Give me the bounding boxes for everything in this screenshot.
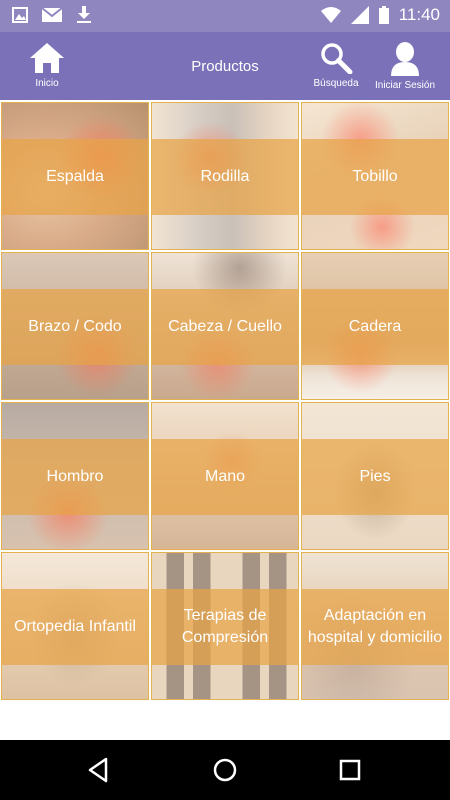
home-button[interactable]: Inicio	[16, 32, 78, 100]
category-label: Cadera	[348, 318, 402, 335]
category-label: Terapias de Compresión	[181, 607, 269, 646]
category-tile-ortopedia-infantil[interactable]: Ortopedia Infantil	[1, 552, 149, 700]
category-label: Tobillo	[352, 168, 398, 185]
mail-icon	[42, 7, 62, 22]
category-label: Brazo / Codo	[28, 318, 122, 335]
category-tile-terapias-compresion[interactable]: Terapias de Compresión	[151, 552, 299, 700]
search-label: Búsqueda	[313, 78, 359, 89]
category-label: Ortopedia Infantil	[14, 618, 136, 635]
user-icon	[391, 42, 419, 76]
category-label: Hombro	[46, 468, 104, 485]
back-icon[interactable]	[84, 755, 114, 785]
signal-icon	[350, 6, 369, 24]
category-label: Pies	[359, 468, 391, 485]
home-label: Inicio	[35, 78, 59, 89]
login-label: Iniciar Sesión	[374, 80, 436, 91]
category-label: Cabeza / Cuello	[168, 318, 282, 335]
system-nav-bar	[0, 740, 450, 800]
category-tile-pies[interactable]: Pies	[301, 402, 449, 550]
category-label: Espalda	[46, 168, 104, 185]
home-icon	[30, 43, 64, 73]
category-label: Adaptación en hospital y domicilio	[307, 607, 443, 646]
search-button[interactable]: Búsqueda	[306, 32, 366, 100]
category-tile-hombro[interactable]: Hombro	[1, 402, 149, 550]
category-tile-cabeza-cuello[interactable]: Cabeza / Cuello	[151, 252, 299, 400]
search-icon	[321, 43, 353, 74]
category-label: Mano	[204, 468, 246, 485]
category-grid: Espalda Rodilla Tobillo Brazo / Codo Cab…	[0, 102, 450, 700]
content-bottom-space	[0, 700, 450, 740]
category-tile-cadera[interactable]: Cadera	[301, 252, 449, 400]
category-tile-espalda[interactable]: Espalda	[1, 102, 149, 250]
status-bar: 11:40	[0, 0, 450, 32]
category-tile-rodilla[interactable]: Rodilla	[151, 102, 299, 250]
status-clock: 11:40	[398, 5, 440, 24]
image-icon	[12, 7, 28, 23]
category-tile-brazo-codo[interactable]: Brazo / Codo	[1, 252, 149, 400]
category-label: Rodilla	[200, 168, 250, 185]
download-icon	[77, 6, 91, 23]
login-button[interactable]: Iniciar Sesión	[370, 32, 440, 100]
home-circle-icon[interactable]	[210, 755, 240, 785]
recents-icon[interactable]	[335, 755, 365, 785]
app-bar: Inicio Productos Búsqueda Iniciar Sesión	[0, 32, 450, 100]
wifi-icon	[320, 7, 341, 23]
battery-icon	[378, 6, 389, 24]
category-tile-tobillo[interactable]: Tobillo	[301, 102, 449, 250]
category-tile-adaptacion-hospital[interactable]: Adaptación en hospital y domicilio	[301, 552, 449, 700]
category-tile-mano[interactable]: Mano	[151, 402, 299, 550]
